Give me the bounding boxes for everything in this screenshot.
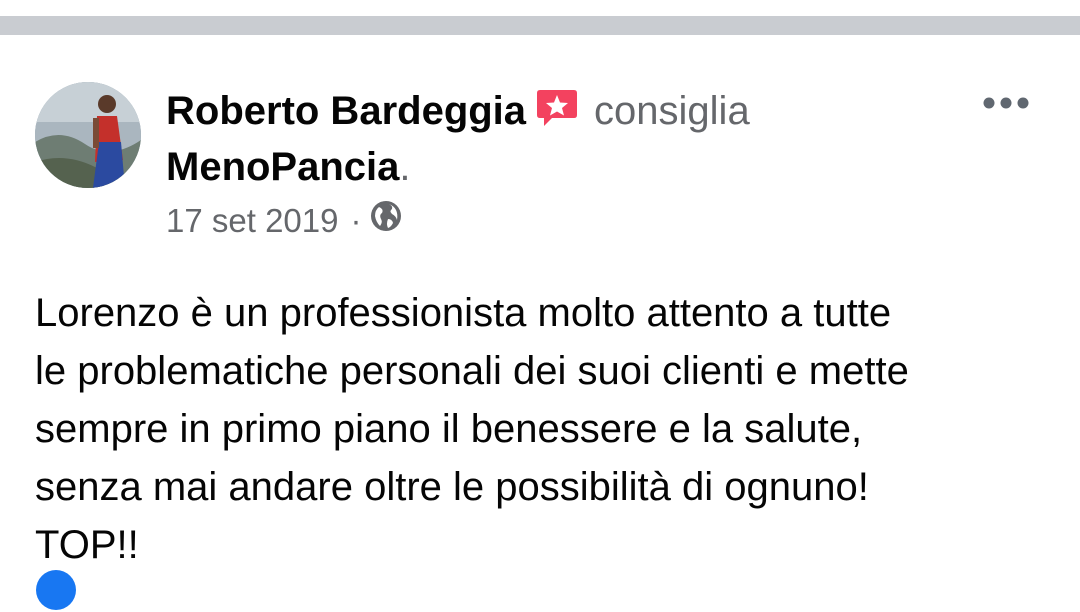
post-meta: 17 set 2019 · [166, 200, 402, 241]
meta-separator: · [350, 201, 362, 239]
globe-icon [370, 200, 402, 241]
post-date[interactable]: 17 set 2019 [166, 201, 338, 241]
header-period: . [399, 145, 411, 189]
like-reaction-icon[interactable] [36, 570, 76, 610]
author-name[interactable]: Roberto Bardeggia [166, 89, 526, 133]
feed-divider [0, 16, 1080, 35]
avatar-image [35, 82, 141, 188]
recommend-action-text: consiglia [594, 89, 750, 133]
post-card: Roberto Bardeggia consiglia MenoPancia. 17… [0, 35, 1080, 612]
post-header: Roberto Bardeggia consiglia MenoPancia. [166, 85, 956, 193]
avatar[interactable] [35, 82, 141, 188]
more-options-icon[interactable] [982, 95, 1030, 111]
post-text: Lorenzo è un professionista molto attent… [35, 291, 909, 567]
recommend-star-icon [536, 88, 578, 141]
page-name[interactable]: MenoPancia [166, 145, 399, 189]
